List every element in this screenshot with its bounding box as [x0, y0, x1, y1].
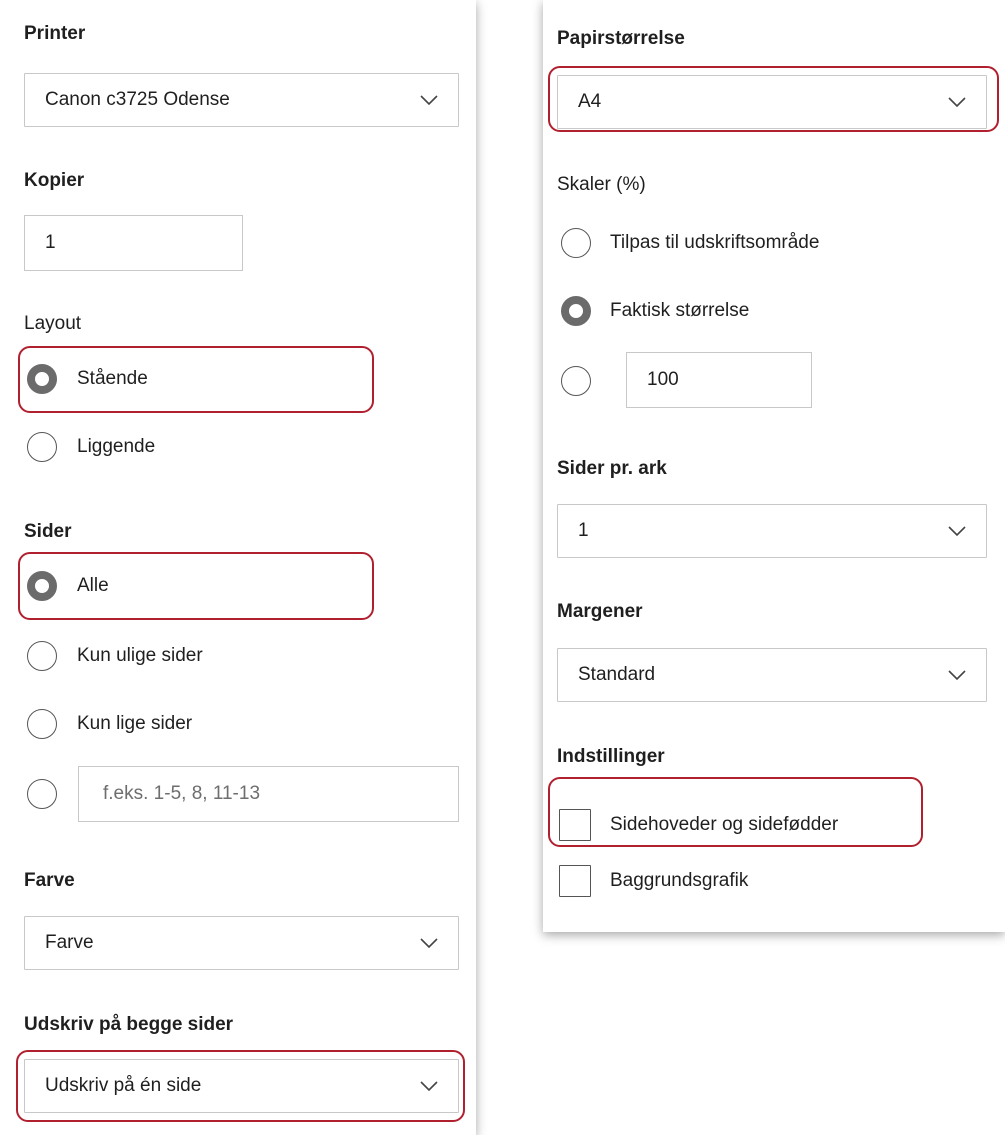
pages-custom-input[interactable]: f.eks. 1-5, 8, 11-13	[78, 766, 459, 822]
layout-heading: Layout	[24, 313, 82, 334]
pages-all-radio[interactable]	[27, 571, 57, 601]
scale-custom-radio[interactable]	[561, 366, 591, 396]
duplex-value: Udskriv på én side	[45, 1075, 202, 1096]
pages-even-radio[interactable]	[27, 709, 57, 739]
copies-value: 1	[45, 232, 56, 253]
highlight-box-headers-footers	[548, 777, 923, 847]
pages-all-label: Alle	[77, 575, 109, 596]
layout-portrait-radio[interactable]	[27, 364, 57, 394]
scale-actual-label: Faktisk størrelse	[610, 300, 750, 321]
chevron-down-icon	[420, 938, 438, 949]
scale-custom-value: 100	[647, 369, 679, 390]
paper-size-value: A4	[578, 91, 602, 112]
printer-dropdown[interactable]: Canon c3725 Odense	[24, 73, 459, 127]
settings-heading: Indstillinger	[557, 746, 665, 767]
pages-custom-radio[interactable]	[27, 779, 57, 809]
duplex-heading: Udskriv på begge sider	[24, 1014, 234, 1035]
margins-value: Standard	[578, 664, 656, 685]
highlight-box-pages	[18, 552, 374, 620]
pages-odd-radio[interactable]	[27, 641, 57, 671]
color-heading: Farve	[24, 870, 75, 891]
pages-per-sheet-heading: Sider pr. ark	[557, 458, 667, 479]
margins-heading: Margener	[557, 601, 643, 622]
color-dropdown[interactable]: Farve	[24, 916, 459, 970]
paper-size-heading: Papirstørrelse	[557, 28, 685, 49]
background-graphics-label: Baggrundsgrafik	[610, 870, 749, 891]
print-settings-left-panel: Printer Canon c3725 Odense Kopier 1 Layo…	[0, 0, 476, 1135]
scale-heading: Skaler (%)	[557, 174, 646, 195]
color-value: Farve	[45, 932, 94, 953]
chevron-down-icon	[948, 97, 966, 108]
highlight-box-layout	[18, 346, 374, 413]
paper-size-dropdown[interactable]: A4	[557, 75, 987, 129]
pages-per-sheet-dropdown[interactable]: 1	[557, 504, 987, 558]
printer-heading: Printer	[24, 23, 86, 44]
layout-portrait-label: Stående	[77, 368, 148, 389]
pages-odd-label: Kun ulige sider	[77, 645, 203, 666]
layout-landscape-label: Liggende	[77, 436, 156, 457]
scale-custom-input[interactable]: 100	[626, 352, 812, 408]
background-graphics-checkbox[interactable]	[559, 865, 591, 897]
scale-fit-radio[interactable]	[561, 228, 591, 258]
duplex-dropdown[interactable]: Udskriv på én side	[24, 1059, 459, 1113]
printer-value: Canon c3725 Odense	[45, 89, 230, 110]
pages-per-sheet-value: 1	[578, 520, 589, 541]
chevron-down-icon	[948, 670, 966, 681]
chevron-down-icon	[948, 526, 966, 537]
headers-footers-label: Sidehoveder og sidefødder	[610, 814, 839, 835]
margins-dropdown[interactable]: Standard	[557, 648, 987, 702]
chevron-down-icon	[420, 1081, 438, 1092]
pages-heading: Sider	[24, 521, 72, 542]
scale-actual-radio[interactable]	[561, 296, 591, 326]
pages-custom-placeholder: f.eks. 1-5, 8, 11-13	[103, 783, 261, 804]
chevron-down-icon	[420, 95, 438, 106]
copies-heading: Kopier	[24, 170, 85, 191]
layout-landscape-radio[interactable]	[27, 432, 57, 462]
headers-footers-checkbox[interactable]	[559, 809, 591, 841]
pages-even-label: Kun lige sider	[77, 713, 193, 734]
copies-input[interactable]: 1	[24, 215, 243, 271]
scale-fit-label: Tilpas til udskriftsområde	[610, 232, 820, 253]
print-settings-right-panel: Papirstørrelse A4 Skaler (%) Tilpas til …	[543, 0, 1005, 932]
